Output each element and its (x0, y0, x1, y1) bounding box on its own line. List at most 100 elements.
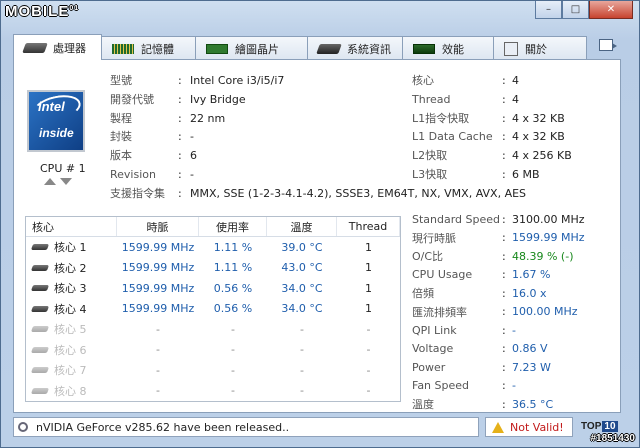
stat-key: Fan Speed (412, 379, 470, 393)
cache-value: 4 (512, 74, 519, 87)
colon-separator: : (502, 397, 506, 411)
export-icon[interactable] (599, 39, 617, 51)
core-name: 核心 2 (54, 261, 87, 275)
stat-row: QPI Link: - (412, 321, 585, 340)
core-name-cell: 核心 4 (26, 301, 117, 317)
cores-table-body: 核心 1 1599.99 MHz 1.11 % 39.0 °C 1 核心 2 1599.99… (26, 237, 400, 401)
cpu-core-icon (30, 285, 50, 292)
table-row[interactable]: 核心 1 1599.99 MHz 1.11 % 39.0 °C 1 (26, 237, 400, 258)
table-row[interactable]: 核心 7 - - - - (26, 360, 400, 381)
processor-value: Ivy Bridge (190, 92, 246, 106)
window-controls: – □ ✕ (535, 1, 633, 19)
cache-info: 核心:4 Thread:4 L1指令快取:4 x 32 KB L1 Data Cach… (412, 72, 572, 185)
cache-value: 6 MB (512, 167, 540, 181)
stat-value: - (512, 323, 516, 337)
core-temp-cell: 43.0 °C (281, 261, 323, 275)
core-thread-cell: - (366, 343, 371, 357)
processor-value: Intel Core i3/i5/i7 (190, 74, 285, 87)
core-name-cell: 核心 5 (26, 321, 117, 337)
tab-about[interactable]: 關於 (493, 36, 587, 60)
core-thread-cell: 1 (365, 281, 372, 295)
status-bar: nVIDIA GeForce v285.62 have been release… (13, 417, 627, 437)
tab-bar: 處理器 記憶體 繪圖晶片 系統資訊 效能 關於 (13, 34, 587, 60)
core-name: 核心 4 (54, 302, 87, 316)
top10-number: 10 (602, 421, 618, 432)
table-row[interactable]: 核心 2 1599.99 MHz 1.11 % 43.0 °C 1 (26, 258, 400, 279)
core-clock-cell: 1599.99 MHz (121, 240, 195, 254)
close-button[interactable]: ✕ (589, 1, 633, 19)
maximize-button[interactable]: □ (562, 1, 589, 19)
processor-panel: intel inside CPU # 1 型號: Intel Core i3/i5… (13, 59, 621, 413)
core-name: 核心 7 (54, 364, 87, 378)
stat-value: 1.67 % (512, 268, 551, 282)
core-usage-cell: 1.11 % (213, 261, 253, 275)
core-name: 核心 6 (54, 343, 87, 357)
core-usage-cell: 1.11 % (213, 240, 253, 254)
tab-system[interactable]: 系統資訊 (307, 36, 403, 60)
core-usage-cell: - (231, 363, 235, 377)
stat-value: 100.00 MHz (512, 305, 578, 319)
column-header-thread[interactable]: Thread (337, 217, 400, 236)
watermark: #1851430 (590, 433, 636, 444)
table-row[interactable]: 核心 5 - - - - (26, 319, 400, 340)
tab-processor[interactable]: 處理器 (13, 34, 102, 60)
stat-key: Power (412, 360, 446, 374)
table-row[interactable]: 核心 6 - - - - (26, 340, 400, 361)
core-temp-cell: - (300, 322, 304, 336)
cpu-next-arrow-icon[interactable] (60, 178, 72, 185)
cache-key: L3快取 (412, 167, 448, 181)
table-row[interactable]: 核心 4 1599.99 MHz 0.56 % 34.0 °C 1 (26, 299, 400, 320)
minimize-button[interactable]: – (535, 1, 562, 19)
core-usage-cell: - (231, 322, 235, 336)
column-header-core[interactable]: 核心 (26, 217, 117, 236)
validation-status[interactable]: Not Valid! (485, 417, 573, 437)
core-clock-cell: 1599.99 MHz (121, 261, 195, 275)
colon-separator: : (502, 111, 506, 125)
graphics-card-icon (206, 43, 228, 54)
colon-separator: : (178, 92, 182, 106)
cache-row: L1 Data Cache:4 x 32 KB (412, 128, 572, 147)
title-bar[interactable]: MOBILE01 – □ ✕ (1, 1, 639, 29)
table-row[interactable]: 核心 8 - - - - (26, 381, 400, 402)
cpu-selector-arrows (44, 178, 72, 185)
status-message[interactable]: nVIDIA GeForce v285.62 have been release… (13, 417, 479, 437)
processor-row: 支援指令集: MMX, SSE (1-2-3-4.1-4.2), SSSE3, E… (110, 185, 526, 204)
tab-memory[interactable]: 記憶體 (101, 36, 196, 60)
column-header-temp[interactable]: 溫度 (267, 217, 337, 236)
logo-text: MOBILE (5, 3, 70, 20)
table-row[interactable]: 核心 3 1599.99 MHz 0.56 % 34.0 °C 1 (26, 278, 400, 299)
core-usage-cell: - (231, 343, 235, 357)
colon-separator: : (502, 286, 506, 300)
cpu-core-icon (30, 326, 50, 333)
column-header-usage[interactable]: 使用率 (199, 217, 267, 236)
tab-performance[interactable]: 效能 (402, 36, 494, 60)
stat-value: - (512, 379, 516, 393)
tab-graphics[interactable]: 繪圖晶片 (195, 36, 308, 60)
core-clock-cell: - (156, 343, 160, 357)
cpu-selector-label: CPU # 1 (40, 162, 86, 175)
cpu-prev-arrow-icon[interactable] (44, 178, 56, 185)
stat-row: CPU Usage:1.67 % (412, 266, 585, 285)
stat-key: Standard Speed (412, 212, 501, 226)
stat-value: 3100.00 MHz (512, 212, 585, 226)
core-clock-cell: - (156, 384, 160, 398)
core-clock-cell: 1599.99 MHz (121, 281, 195, 295)
core-temp-cell: - (300, 343, 304, 357)
tab-label: 關於 (525, 42, 547, 56)
processor-value: - (190, 130, 194, 144)
app-window: MOBILE01 – □ ✕ 處理器 記憶體 繪圖晶片 系統資訊 效能 關於 i… (0, 0, 640, 448)
colon-separator: : (502, 268, 506, 282)
performance-icon (413, 43, 435, 54)
column-header-clock[interactable]: 時脈 (117, 217, 199, 236)
core-name: 核心 8 (54, 384, 87, 398)
processor-key: 製程 (110, 111, 132, 125)
stat-row: Voltage:0.86 V (412, 340, 585, 359)
stat-key: O/C比 (412, 250, 444, 264)
colon-separator: : (502, 212, 506, 226)
core-clock-cell: - (156, 363, 160, 377)
processor-key: Revision (110, 167, 156, 181)
cache-key: Thread (412, 92, 451, 106)
cpu-core-icon (30, 387, 50, 394)
colon-separator: : (178, 111, 182, 125)
stat-value: 0.86 V (512, 342, 548, 356)
